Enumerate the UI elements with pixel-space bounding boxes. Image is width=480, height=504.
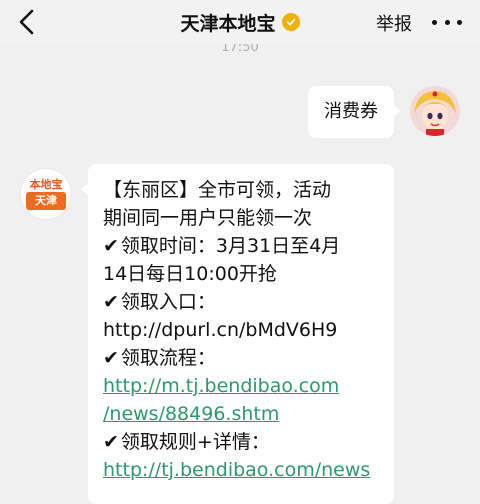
official-account-avatar[interactable]: 本地宝 天津 [20, 168, 72, 220]
message-line-text: 14日每日10:00开抢 [103, 263, 277, 285]
outgoing-message[interactable]: 消费券 [308, 86, 401, 138]
top-bar: 天津本地宝 举报 [0, 0, 480, 44]
message-line-text: http://dpurl.cn/bMdV6H9 [103, 319, 338, 341]
dot [444, 19, 450, 25]
message-line-text: 领取时间：3月31日至4月 [120, 235, 341, 257]
message-text-line: 14日每日10:00开抢 [103, 260, 386, 288]
checkmark-icon: ✔ [103, 347, 119, 369]
dot [457, 19, 462, 25]
message-text-line: http://dpurl.cn/bMdV6H9 [103, 316, 386, 344]
message-line-text: 领取规则+详情： [120, 431, 270, 453]
message-text-line: ✔ 领取入口： [103, 288, 386, 316]
message-text-line: ✔ 领取流程： [103, 344, 386, 372]
message-line-text: http://tj.bendibao.com/news [103, 459, 371, 481]
verified-badge-icon [281, 13, 300, 31]
message-line-text: /news/88496.shtm [103, 403, 280, 425]
outgoing-message-text: 消费券 [324, 101, 378, 122]
user-avatar[interactable] [410, 86, 460, 136]
brand-logo-top: 本地宝 [29, 178, 63, 191]
message-line-text: 领取入口： [120, 291, 216, 313]
checkmark-icon: ✔ [103, 291, 119, 313]
message-line-text: 期间同一用户只能领一次 [103, 207, 313, 229]
more-dots-icon[interactable] [432, 10, 462, 34]
checkmark-icon: ✔ [103, 431, 119, 453]
message-text-line: 【东丽区】全市可领，活动 [103, 176, 386, 204]
message-link-line[interactable]: http://m.tj.bendibao.com [103, 372, 386, 400]
dot [432, 19, 437, 25]
report-button[interactable]: 举报 [376, 10, 412, 36]
message-text-line: ✔ 领取时间：3月31日至4月 [103, 232, 386, 260]
message-text-line: ✔ 领取规则+详情： [103, 428, 386, 456]
message-link-line[interactable]: /news/88496.shtm [103, 400, 386, 428]
message-line-text: http://m.tj.bendibao.com [103, 375, 340, 397]
chat-title: 天津本地宝 [180, 12, 276, 35]
checkmark-icon: ✔ [103, 235, 119, 257]
message-line-text: 领取流程： [120, 347, 216, 369]
incoming-message[interactable]: 【东丽区】全市可领，活动 期间同一用户只能领一次 ✔ 领取时间：3月31日至4月 14日… [81, 164, 394, 504]
incoming-message-body: 【东丽区】全市可领，活动 期间同一用户只能领一次 ✔ 领取时间：3月31日至4月 14日… [103, 176, 386, 484]
message-line-text: 【东丽区】全市可领，活动 [103, 179, 332, 201]
brand-logo-bottom: 天津 [26, 192, 66, 210]
message-text-line: 期间同一用户只能领一次 [103, 204, 386, 232]
